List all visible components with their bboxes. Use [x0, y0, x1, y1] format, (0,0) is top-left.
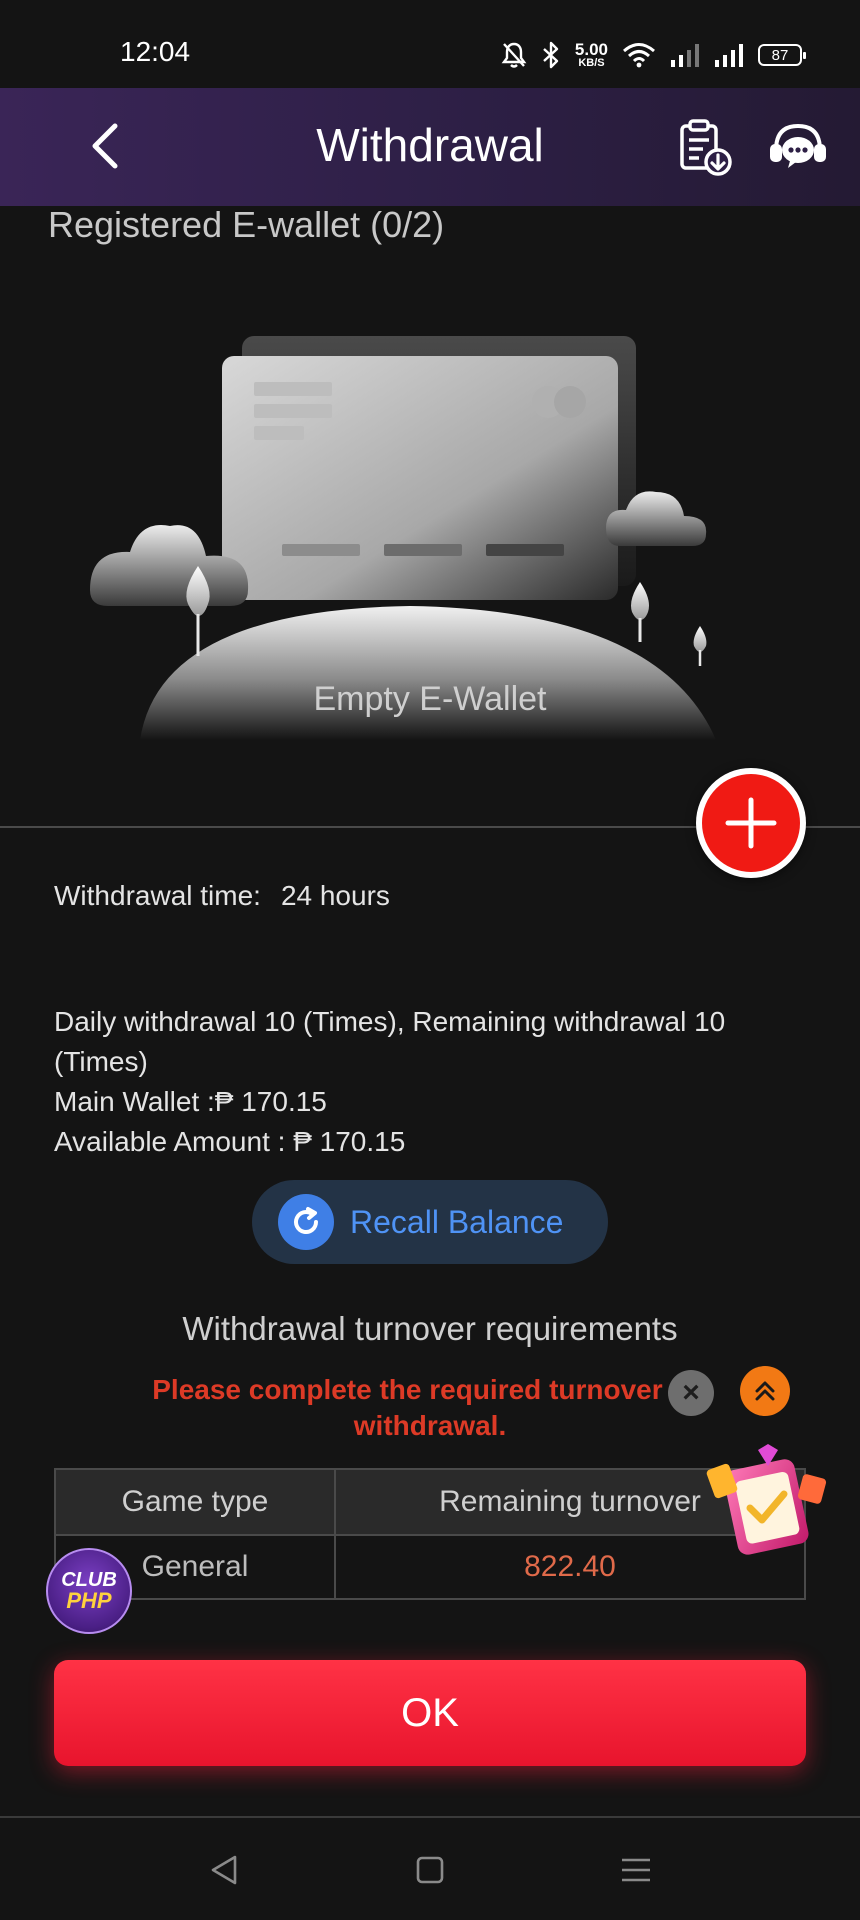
club-badge-line2: PHP [66, 1588, 112, 1613]
nav-back-button[interactable] [202, 1848, 246, 1892]
network-speed: 5.00 KB/S [575, 41, 608, 69]
clipboard-download-icon [680, 119, 732, 176]
task-floating-button[interactable] [706, 1436, 830, 1566]
empty-wallet-illustration [90, 336, 716, 740]
empty-ewallet-text: Empty E-Wallet [313, 680, 547, 718]
plus-icon [725, 797, 777, 849]
status-time: 12:04 [120, 36, 191, 67]
hamburger-menu-icon [622, 1858, 650, 1882]
task-clipboard-icon [706, 1444, 827, 1555]
square-home-icon [416, 1856, 444, 1884]
net-speed-unit: KB/S [578, 57, 605, 69]
battery-icon: 87 [758, 44, 806, 66]
signal-icon [715, 44, 743, 67]
wifi-icon [623, 43, 655, 68]
status-bar: 12:04 5.00 KB/S 87 [0, 0, 860, 88]
mute-bell-icon [501, 42, 527, 68]
ok-button[interactable]: OK [54, 1660, 806, 1766]
system-nav-bar [0, 1818, 860, 1920]
recall-balance-label: Recall Balance [350, 1203, 564, 1240]
recall-balance-button[interactable]: Recall Balance [252, 1180, 608, 1264]
registered-ewallet-label: Registered E-wallet (0/2) [48, 204, 445, 245]
net-speed-value: 5.00 [574, 40, 608, 59]
withdrawal-time-value: 24 hours [280, 880, 390, 911]
app-header: Withdrawal [0, 88, 860, 206]
nav-home-button[interactable] [408, 1848, 452, 1892]
double-chevron-up-icon [755, 1381, 775, 1401]
headset-support-icon [770, 123, 826, 168]
turnover-table: Game type Remaining turnover General 822… [54, 1468, 806, 1600]
club-badge-line1: CLUB [61, 1569, 117, 1591]
scroll-to-top-button[interactable] [740, 1366, 790, 1416]
table-row: General 822.40 [56, 1534, 804, 1598]
status-icons: 5.00 KB/S 87 [501, 38, 806, 72]
nav-menu-button[interactable] [614, 1848, 658, 1892]
refresh-icon [278, 1194, 334, 1250]
daily-withdrawal-limit: Daily withdrawal 10 (Times), Remaining w… [54, 1006, 726, 1077]
main-wallet-balance: Main Wallet :₱ 170.15 [54, 1086, 327, 1117]
withdrawal-time: Withdrawal time: 24 hours [54, 876, 390, 916]
column-header-game-type: Game type [56, 1470, 336, 1534]
withdrawal-history-button[interactable] [676, 118, 736, 178]
close-floating-button[interactable]: × [668, 1370, 714, 1416]
signal-icon [671, 44, 699, 67]
available-amount: Available Amount : ₱ 170.15 [54, 1126, 406, 1157]
table-header-row: Game type Remaining turnover [56, 1470, 804, 1534]
customer-support-button[interactable] [766, 116, 830, 180]
turnover-requirements-title: Withdrawal turnover requirements [182, 1310, 678, 1347]
add-ewallet-button[interactable] [696, 768, 806, 878]
withdrawal-time-label: Withdrawal time: [54, 880, 261, 911]
triangle-back-icon [211, 1855, 237, 1885]
club-php-badge[interactable]: CLUB PHP [46, 1548, 132, 1634]
bluetooth-icon [543, 41, 559, 69]
turnover-warning: Please complete the required turnover fo… [152, 1374, 708, 1441]
